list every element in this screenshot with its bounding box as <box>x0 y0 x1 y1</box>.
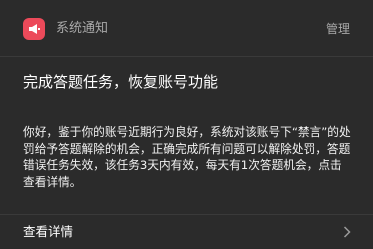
notification-body: 你好，鉴于你的账号近期行为良好，系统对该账号下“禁言”的处罚给予答题解除的机会，… <box>23 125 351 189</box>
view-details-row[interactable]: 查看详情 <box>0 214 373 249</box>
notification-title: 完成答题任务，恢复账号功能 <box>23 73 219 91</box>
manage-button[interactable]: 管理 <box>326 19 350 39</box>
view-details-link[interactable]: 查看详情 <box>23 222 73 242</box>
chevron-right-icon <box>343 226 351 238</box>
megaphone-icon <box>23 18 45 40</box>
notification-header: 系统通知 管理 <box>0 0 373 57</box>
sender-name: 系统通知 <box>56 21 109 36</box>
notification-card[interactable]: 系统通知 管理 完成答题任务，恢复账号功能 你好，鉴于你的账号近期行为良好，系统… <box>0 0 373 248</box>
